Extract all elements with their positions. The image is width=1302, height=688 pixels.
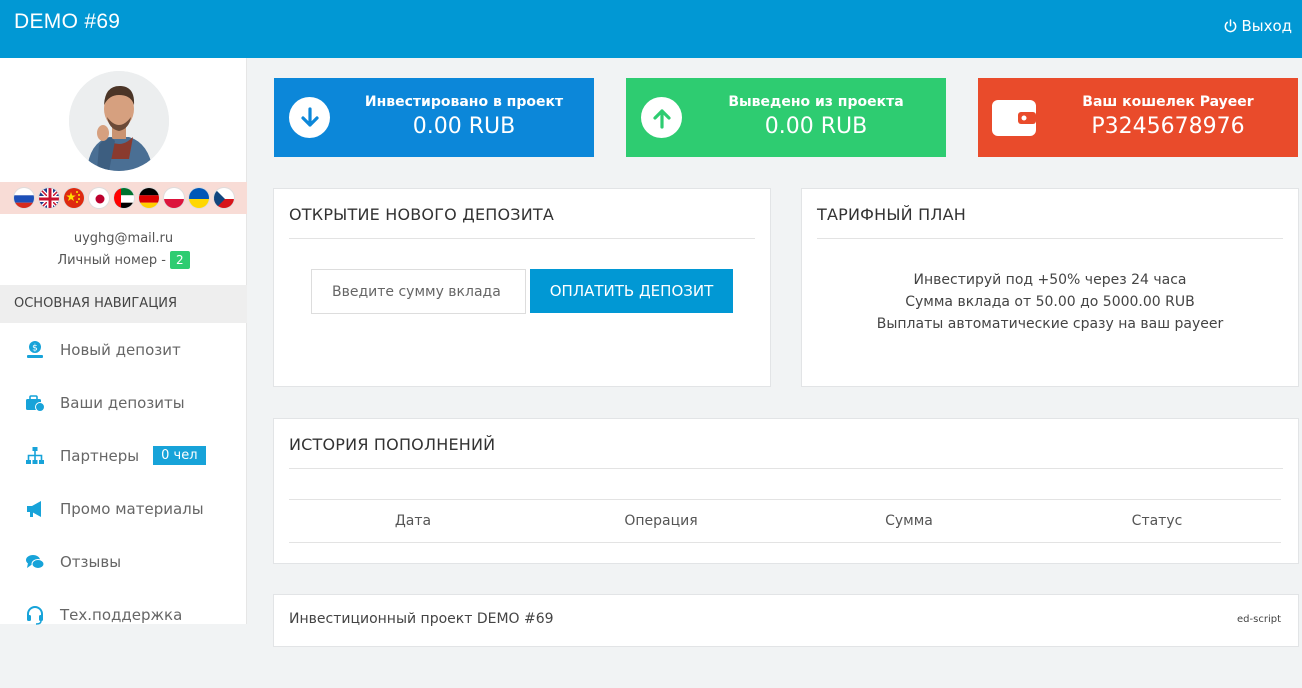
nav-item-label: Ваши депозиты [60,393,185,412]
tariff-text: Инвестируй под +50% через 24 часа Сумма … [802,269,1298,335]
panel-title: ТАРИФНЫЙ ПЛАН [817,205,966,224]
flag-ua-icon[interactable] [187,187,210,209]
card-label: Ваш кошелек Payeer [1082,94,1254,110]
deposit-amount-input[interactable] [311,269,526,314]
card-label: Выведено из проекта [728,94,904,110]
deposit-history-panel: ИСТОРИЯ ПОПОЛНЕНИЙ Дата Операция Сумма С… [273,418,1299,564]
sitemap-icon [24,445,46,467]
card-value: 0.00 RUB [764,114,868,139]
tariff-line: Выплаты автоматические сразу на ваш paye… [876,316,1224,332]
nav-item-promo[interactable]: Промо материалы [0,482,247,535]
wallet-icon [992,97,1036,138]
divider [289,238,755,239]
flag-de-icon[interactable] [137,187,160,209]
nav-item-label: Отзывы [60,552,122,571]
divider [289,468,1283,469]
nav-item-label: Партнеры [60,446,140,465]
power-icon [1225,18,1237,32]
card-invested: Инвестировано в проект 0.00 RUB [274,78,594,157]
footer-panel: Инвестиционный проект DEMO #69 ed-script [273,594,1299,647]
arrow-up-circle-icon [641,97,682,138]
new-deposit-panel: ОТКРЫТИЕ НОВОГО ДЕПОЗИТА ОПЛАТИТЬ ДЕПОЗИ… [273,188,771,387]
panel-title: ОТКРЫТИЕ НОВОГО ДЕПОЗИТА [289,205,555,224]
tariff-line: Сумма вклада от 50.00 до 5000.00 RUB [905,294,1195,310]
tariff-line: Инвестируй под +50% через 24 часа [913,272,1187,288]
flag-pl-icon[interactable] [162,187,185,209]
divider [817,238,1283,239]
avatar [69,71,169,171]
flag-cn-icon[interactable] [62,187,85,209]
column-header-status: Статус [1131,513,1183,529]
card-value: P3245678976 [1091,114,1245,139]
column-header-amount: Сумма [885,513,933,529]
tariff-panel: ТАРИФНЫЙ ПЛАН Инвестируй под +50% через … [801,188,1299,387]
card-withdrawn: Выведено из проекта 0.00 RUB [626,78,946,157]
footer-credit-link[interactable]: ed-script [1237,614,1281,625]
partners-count-badge: 0 чел [153,446,206,465]
headset-icon [24,604,46,626]
nav-item-label: Новый депозит [60,340,181,359]
arrow-down-circle-icon [289,97,330,138]
svg-text:$: $ [32,343,38,353]
column-header-date: Дата [394,513,432,529]
money-hand-icon: $ [24,339,46,361]
pay-deposit-button[interactable]: ОПЛАТИТЬ ДЕПОЗИТ [530,269,733,313]
megaphone-icon [24,498,46,520]
footer-text: Инвестиционный проект DEMO #69 [289,611,554,627]
flag-ae-icon[interactable] [112,187,135,209]
card-value: 0.00 RUB [412,114,516,139]
nav-header: ОСНОВНАЯ НАВИГАЦИЯ [0,285,247,323]
briefcase-clock-icon [24,392,46,414]
card-wallet: Ваш кошелек Payeer P3245678976 [978,78,1298,157]
column-header-operation: Операция [624,513,698,529]
personal-number-label: Личный номер - [57,253,166,268]
language-flags [0,182,247,214]
personal-number-row: Личный номер - 2 [0,250,247,272]
flag-ru-icon[interactable] [12,187,35,209]
user-info: uyghg@mail.ru Личный номер - 2 [0,228,247,272]
nav-item-new-deposit[interactable]: $ Новый депозит [0,323,247,376]
flag-gb-icon[interactable] [37,187,60,209]
top-bar: DEMO #69 Выход [0,0,1302,58]
nav-item-label: Промо материалы [60,499,204,518]
logout-label: Выход [1241,17,1292,35]
panel-title: ИСТОРИЯ ПОПОЛНЕНИЙ [289,435,496,454]
personal-number-badge: 2 [170,251,190,269]
nav-item-support[interactable]: Тех.поддержка [0,588,247,641]
card-label: Инвестировано в проект [364,94,564,110]
avatar-image [69,71,169,171]
user-email: uyghg@mail.ru [73,231,174,246]
nav-list: $ Новый депозит Ваши депозиты Партнеры 0… [0,323,247,641]
comments-icon [24,551,46,573]
flag-cz-icon[interactable] [212,187,235,209]
nav-item-reviews[interactable]: Отзывы [0,535,247,588]
nav-item-partners[interactable]: Партнеры 0 чел [0,429,247,482]
nav-item-your-deposits[interactable]: Ваши депозиты [0,376,247,429]
nav-item-label: Тех.поддержка [60,605,183,624]
flag-jp-icon[interactable] [87,187,110,209]
brand-title[interactable]: DEMO #69 [14,10,120,34]
sidebar: uyghg@mail.ru Личный номер - 2 ОСНОВНАЯ … [0,58,247,625]
history-table-header: Дата Операция Сумма Статус [289,499,1281,543]
logout-button[interactable]: Выход [1223,17,1292,35]
